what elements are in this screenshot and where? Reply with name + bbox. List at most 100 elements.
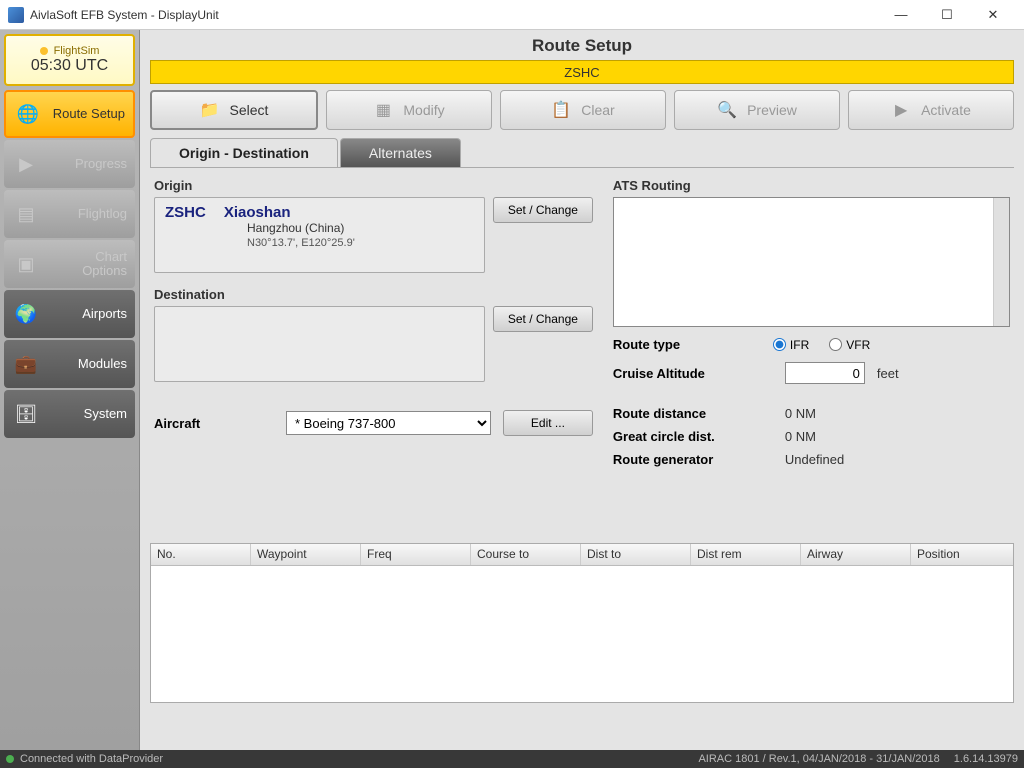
sidebar-item-label: System <box>48 407 127 421</box>
play-icon: ▶ <box>12 150 40 178</box>
origin-coords: N30°13.7', E120°25.9' <box>247 237 474 249</box>
activate-button[interactable]: ▶ Activate <box>848 90 1014 130</box>
th-waypoint[interactable]: Waypoint <box>251 544 361 565</box>
th-no[interactable]: No. <box>151 544 251 565</box>
origin-airport-box: ZSHC Xiaoshan Hangzhou (China) N30°13.7'… <box>154 197 485 273</box>
th-course-to[interactable]: Course to <box>471 544 581 565</box>
tab-alternates[interactable]: Alternates <box>340 138 461 167</box>
route-distance-label: Route distance <box>613 406 773 421</box>
content-area: Route Setup ZSHC 📁 Select ▦ Modify 📋 Cle… <box>140 30 1024 750</box>
clear-button[interactable]: 📋 Clear <box>500 90 666 130</box>
table-header: No. Waypoint Freq Course to Dist to Dist… <box>151 544 1013 566</box>
form-panel: Origin ZSHC Xiaoshan Hangzhou (China) N3… <box>150 167 1014 537</box>
modify-button[interactable]: ▦ Modify <box>326 90 492 130</box>
origin-city: Hangzhou (China) <box>247 221 474 235</box>
vfr-radio[interactable] <box>829 338 842 351</box>
aircraft-label: Aircraft <box>154 416 274 431</box>
route-summary-bar: ZSHC <box>150 60 1014 84</box>
sim-status-dot <box>40 47 48 55</box>
status-bar: Connected with DataProvider AIRAC 1801 /… <box>0 750 1024 768</box>
sidebar-item-chart-options[interactable]: ▣ Chart Options <box>4 240 135 288</box>
aircraft-edit-button[interactable]: Edit ... <box>503 410 593 436</box>
ifr-radio[interactable] <box>773 338 786 351</box>
sidebar-item-label: Chart Options <box>48 250 127 279</box>
sidebar-item-system[interactable]: 🗄 System <box>4 390 135 438</box>
connection-status-text: Connected with DataProvider <box>20 753 163 765</box>
ats-routing-label: ATS Routing <box>613 178 1010 193</box>
route-type-label: Route type <box>613 337 753 352</box>
tab-origin-destination[interactable]: Origin - Destination <box>150 138 338 167</box>
select-button[interactable]: 📁 Select <box>150 90 318 130</box>
folder-search-icon: 📁 <box>200 100 220 120</box>
briefcase-icon: 💼 <box>12 350 40 378</box>
origin-icao: ZSHC <box>165 204 206 221</box>
gc-distance-label: Great circle dist. <box>613 429 773 444</box>
book-icon: ▣ <box>12 250 40 278</box>
origin-set-change-button[interactable]: Set / Change <box>493 197 593 223</box>
sidebar-item-route-setup[interactable]: 🌐 Route Setup <box>4 90 135 138</box>
th-position[interactable]: Position <box>911 544 1013 565</box>
toolbar-label: Select <box>230 102 269 118</box>
waypoint-table: No. Waypoint Freq Course to Dist to Dist… <box>150 543 1014 703</box>
sidebar: FlightSim 05:30 UTC 🌐 Route Setup ▶ Prog… <box>0 30 140 750</box>
th-dist-to[interactable]: Dist to <box>581 544 691 565</box>
sidebar-item-label: Flightlog <box>48 207 127 221</box>
gc-distance-value: 0 NM <box>785 429 816 444</box>
origin-name: Xiaoshan <box>224 204 291 221</box>
maximize-button[interactable]: ☐ <box>924 0 970 30</box>
cruise-altitude-label: Cruise Altitude <box>613 366 773 381</box>
route-generator-value: Undefined <box>785 452 844 467</box>
toolbar: 📁 Select ▦ Modify 📋 Clear 🔍 Preview ▶ Ac… <box>140 90 1024 138</box>
sidebar-item-progress[interactable]: ▶ Progress <box>4 140 135 188</box>
sidebar-item-airports[interactable]: 🌍 Airports <box>4 290 135 338</box>
connection-status-dot <box>6 755 14 763</box>
destination-airport-box <box>154 306 485 382</box>
route-type-ifr[interactable]: IFR <box>773 338 809 352</box>
globe2-icon: 🌍 <box>12 300 40 328</box>
aircraft-select[interactable]: * Boeing 737-800 <box>286 411 491 435</box>
clock-time: 05:30 UTC <box>31 57 108 75</box>
minimize-button[interactable]: — <box>878 0 924 30</box>
magnify-icon: 🔍 <box>717 100 737 120</box>
th-airway[interactable]: Airway <box>801 544 911 565</box>
calendar-icon: ▤ <box>12 200 40 228</box>
destination-set-change-button[interactable]: Set / Change <box>493 306 593 332</box>
title-bar: AivlaSoft EFB System - DisplayUnit — ☐ ✕ <box>0 0 1024 30</box>
sidebar-item-label: Modules <box>48 357 127 371</box>
database-icon: 🗄 <box>12 400 40 428</box>
clipboard-icon: 📋 <box>551 100 571 120</box>
scrollbar[interactable] <box>993 198 1009 326</box>
preview-button[interactable]: 🔍 Preview <box>674 90 840 130</box>
toolbar-label: Clear <box>581 102 614 118</box>
sidebar-item-label: Progress <box>48 157 127 171</box>
ats-routing-textarea[interactable] <box>613 197 1010 327</box>
grid-icon: ▦ <box>373 100 393 120</box>
close-button[interactable]: ✕ <box>970 0 1016 30</box>
version-text: 1.6.14.13979 <box>954 753 1018 765</box>
sidebar-item-label: Airports <box>48 307 127 321</box>
airac-text: AIRAC 1801 / Rev.1, 04/JAN/2018 - 31/JAN… <box>698 753 939 765</box>
toolbar-label: Activate <box>921 102 971 118</box>
toolbar-label: Preview <box>747 102 797 118</box>
cruise-altitude-input[interactable] <box>785 362 865 384</box>
page-title: Route Setup <box>140 30 1024 58</box>
app-icon <box>8 7 24 23</box>
play2-icon: ▶ <box>891 100 911 120</box>
tab-bar: Origin - Destination Alternates <box>140 138 1024 167</box>
sidebar-item-flightlog[interactable]: ▤ Flightlog <box>4 190 135 238</box>
sidebar-item-label: Route Setup <box>50 107 125 121</box>
route-distance-value: 0 NM <box>785 406 816 421</box>
toolbar-label: Modify <box>403 102 444 118</box>
cruise-altitude-unit: feet <box>877 366 899 381</box>
route-generator-label: Route generator <box>613 452 773 467</box>
sim-label: FlightSim <box>54 45 100 57</box>
window-title: AivlaSoft EFB System - DisplayUnit <box>30 8 878 22</box>
destination-label: Destination <box>154 287 593 302</box>
route-type-vfr[interactable]: VFR <box>829 338 870 352</box>
clock-panel: FlightSim 05:30 UTC <box>4 34 135 86</box>
th-freq[interactable]: Freq <box>361 544 471 565</box>
th-dist-rem[interactable]: Dist rem <box>691 544 801 565</box>
globe-icon: 🌐 <box>14 100 42 128</box>
origin-label: Origin <box>154 178 593 193</box>
sidebar-item-modules[interactable]: 💼 Modules <box>4 340 135 388</box>
